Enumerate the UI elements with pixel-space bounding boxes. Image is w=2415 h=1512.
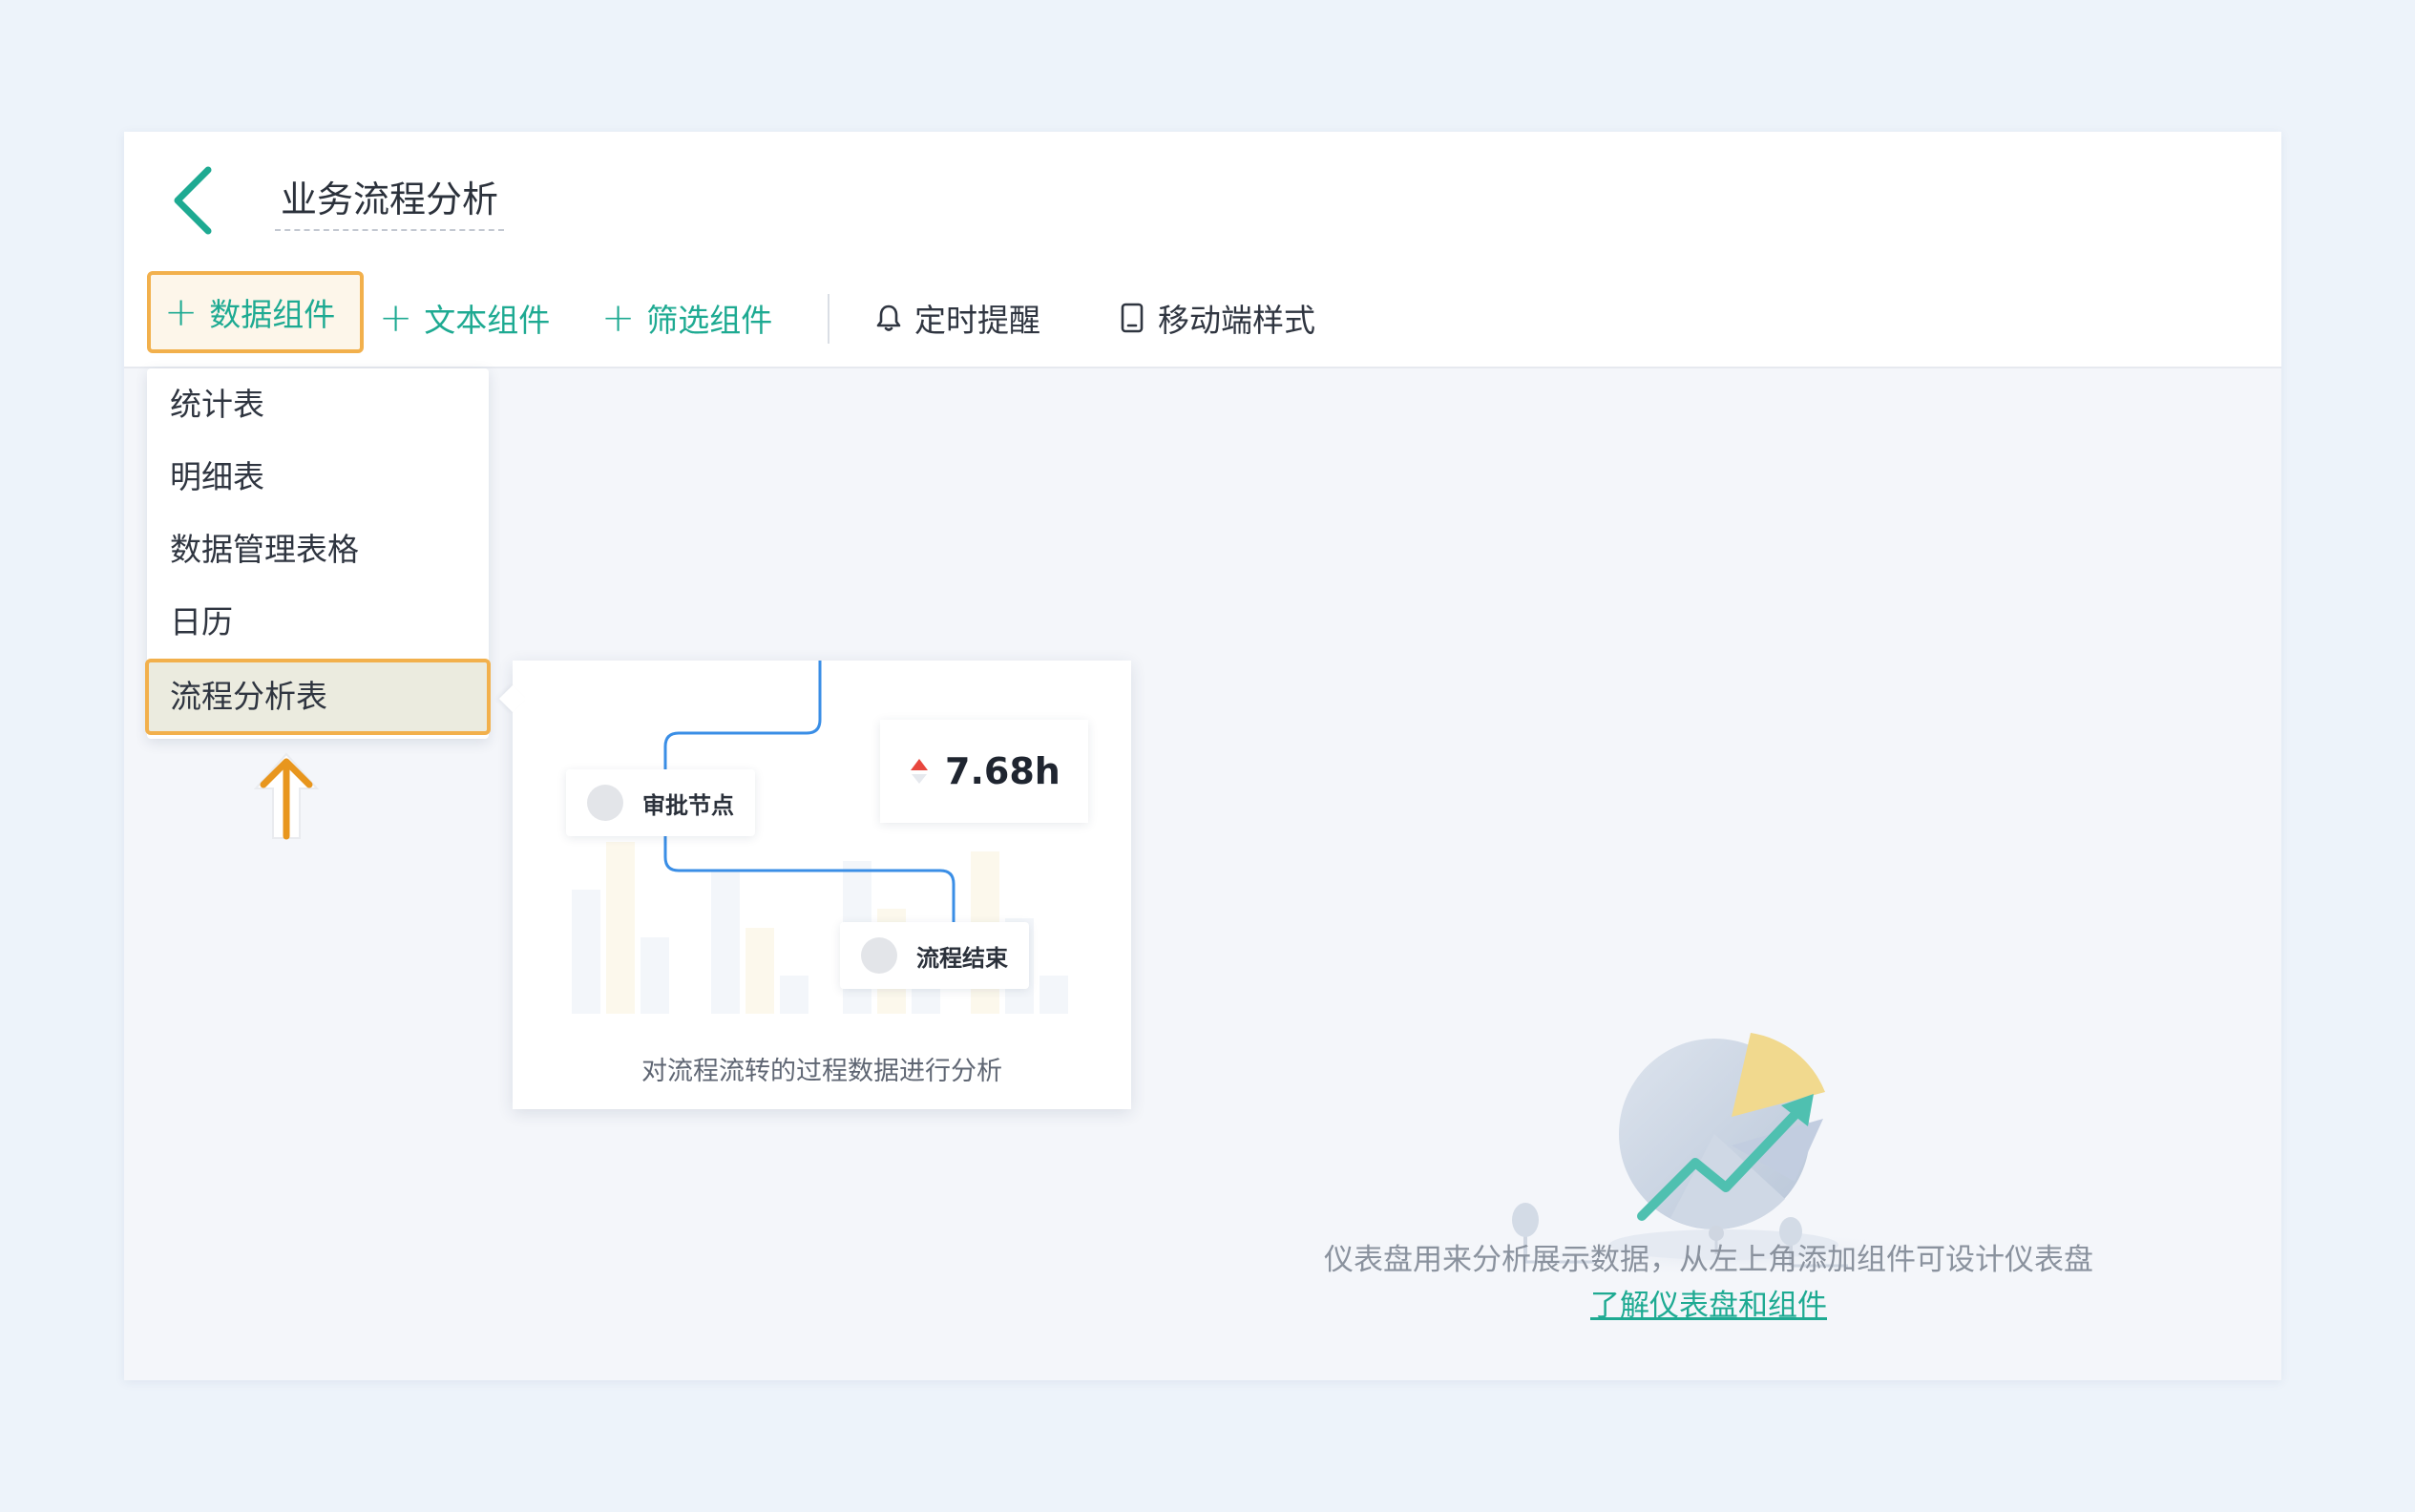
data-component-label: 数据组件 (209, 296, 336, 333)
menu-item-calendar[interactable]: 日历 (147, 586, 489, 659)
node-end-label: 流程结束 (916, 944, 1008, 972)
node-avatar (861, 937, 897, 974)
dashboard-empty-illustration (1508, 1033, 1957, 1279)
component-preview-card: 审批节点 流程结束 7.68h 对流程流转的过程数据进行分析 (498, 661, 1131, 1109)
mobile-style-button[interactable]: 移动端样式 (1120, 267, 1315, 368)
add-text-component-button[interactable]: + 文本组件 (379, 267, 550, 368)
text-component-label: 文本组件 (424, 302, 551, 339)
empty-state-text: 仪表盘用来分析展示数据，从左上角添加组件可设计仪表盘 (1324, 1243, 2093, 1277)
flow-illustration (572, 661, 1068, 1014)
plus-icon: + (379, 294, 413, 341)
plus-icon: + (164, 288, 199, 335)
empty-state-link-wrap: 了解仪表盘和组件 (1193, 1281, 2224, 1324)
scheduled-reminder-label: 定时提醒 (914, 302, 1040, 339)
mobile-style-label: 移动端样式 (1158, 302, 1315, 339)
metric-value: 7.68h (945, 750, 1060, 792)
learn-dashboard-link[interactable]: 了解仪表盘和组件 (1590, 1289, 1827, 1323)
flow-node-approval: 审批节点 (566, 769, 755, 836)
chevron-left-icon (174, 166, 212, 235)
menu-item-process-analysis-table[interactable]: 流程分析表 (145, 659, 491, 735)
back-button[interactable] (168, 164, 221, 237)
menu-item-data-management-table[interactable]: 数据管理表格 (147, 514, 489, 586)
node-avatar (587, 785, 623, 821)
menu-item-detail-table[interactable]: 明细表 (147, 441, 489, 514)
add-filter-component-button[interactable]: + 筛选组件 (601, 267, 772, 368)
header-bar: 业务流程分析 (124, 132, 2281, 267)
node-approval-label: 审批节点 (642, 791, 734, 819)
bell-icon (876, 304, 901, 331)
dashboard-editor-window: 业务流程分析 + 文本组件 + 筛选组件 定时提醒 移动端样式 + 数据组件 统… (124, 132, 2281, 1380)
plus-icon: + (601, 294, 636, 341)
toolbar: + 文本组件 + 筛选组件 定时提醒 移动端样式 (124, 267, 2281, 368)
filter-component-label: 筛选组件 (646, 302, 773, 339)
trend-up-icon (911, 759, 928, 784)
add-data-component-button[interactable]: + 数据组件 (147, 271, 364, 353)
flow-node-end: 流程结束 (840, 922, 1029, 989)
pointer-arrow-icon (253, 752, 320, 840)
page-title[interactable]: 业务流程分析 (275, 168, 505, 231)
mobile-icon (1121, 303, 1144, 333)
scheduled-reminder-button[interactable]: 定时提醒 (876, 267, 1040, 368)
data-component-menu: 统计表 明细表 数据管理表格 日历 流程分析表 (145, 368, 491, 739)
preview-caption: 对流程流转的过程数据进行分析 (641, 1057, 1002, 1086)
menu-item-statistics-table[interactable]: 统计表 (147, 368, 489, 441)
duration-metric: 7.68h (880, 720, 1088, 823)
toolbar-divider (828, 294, 830, 344)
